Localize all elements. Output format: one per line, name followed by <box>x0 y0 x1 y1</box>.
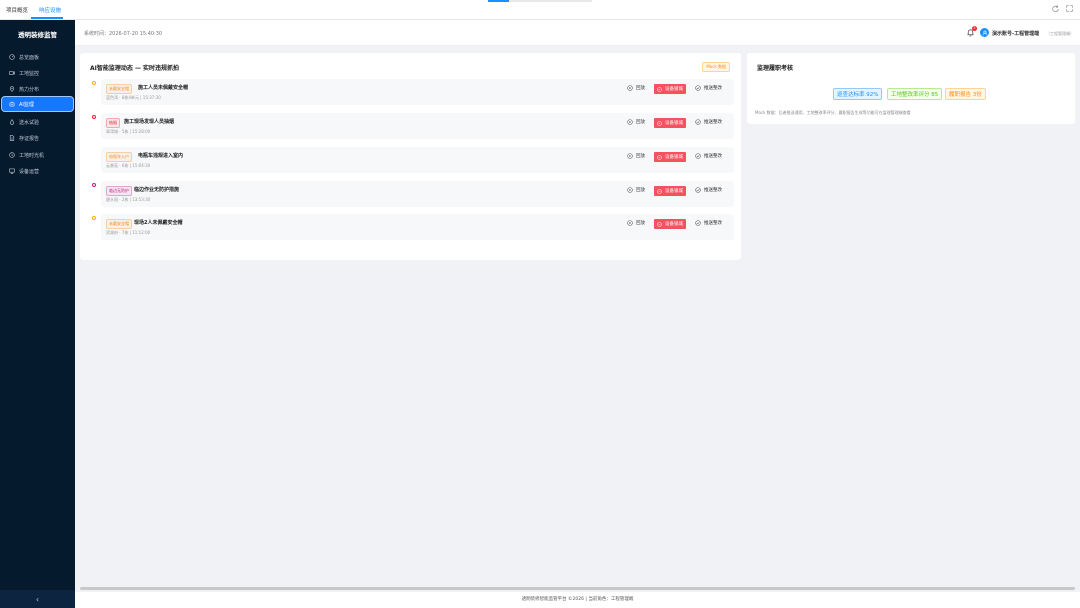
device-lock-button[interactable]: 设备锁城 <box>654 84 686 94</box>
refresh-icon[interactable] <box>1052 5 1059 14</box>
user-role: （工程管理端） <box>1046 30 1074 36</box>
monitor-icon <box>9 168 15 174</box>
metric-inspection-rate: 巡查达标率 92% <box>833 88 883 100</box>
alert-title: 电瓶车违规进入室内 <box>138 153 184 159</box>
camera-icon <box>9 70 15 76</box>
sidebar-item-device-ops[interactable]: 设备运营 <box>2 164 73 178</box>
alert-meta: 滨湖府 · 7栋 | 11:12:00 <box>106 230 151 235</box>
location-icon <box>9 86 15 92</box>
panel-title: AI智能监理动态 — 实时违规抓拍 <box>90 65 180 72</box>
severity-dot <box>92 81 96 85</box>
top-tab-strip: 项目概览 响应设施 <box>0 0 1080 20</box>
alert-title: 施工现场发现人员抽烟 <box>124 119 175 125</box>
alert-meta: 云景苑 · 6栋 | 15:04:30 <box>106 163 151 168</box>
violation-type-tag: 电瓶车入户 <box>106 152 132 162</box>
alert-meta: 碧水园 · 2栋 | 13:53:30 <box>106 197 151 202</box>
active-tab-indicator <box>31 17 63 19</box>
alert-title: 临边作业无防护措施 <box>134 187 180 193</box>
severity-dot <box>92 216 96 220</box>
supervision-note: Mock 数据：后者推送通用、工地整改率评分、履职报告生成等功能可在监理管理端查… <box>755 110 911 115</box>
device-lock-button[interactable]: 设备锁城 <box>654 186 686 196</box>
play-circle-icon <box>627 119 633 125</box>
playback-button[interactable]: 回放 <box>627 187 645 193</box>
violation-type-tag: 未戴安全帽 <box>106 219 132 229</box>
robot-icon <box>9 101 15 107</box>
horizontal-scrollbar[interactable] <box>80 587 1075 590</box>
metric-duty-reports: 履职报告 3份 <box>945 88 986 100</box>
sidebar-item-site-monitor[interactable]: 工地监控 <box>2 66 73 80</box>
mock-data-tag: Mock 数据 <box>702 62 730 72</box>
tab-response-facilities[interactable]: 响应设施 <box>39 6 61 14</box>
violation-type-tag: 未戴安全帽 <box>106 84 132 94</box>
severity-dot <box>92 115 96 119</box>
user-icon <box>982 30 987 35</box>
play-circle-icon <box>627 187 633 193</box>
sidebar-item-heatmap[interactable]: 热力分布 <box>2 82 73 96</box>
push-rectification-button[interactable]: 推送整改 <box>695 153 722 159</box>
violation-type-tag: 临边无防护 <box>106 186 132 196</box>
playback-button[interactable]: 回放 <box>627 119 645 125</box>
user-name[interactable]: 演示账号-工程管理端 <box>992 30 1039 37</box>
alert-title: 现场2人未佩戴安全帽 <box>134 220 183 226</box>
alert-row: 未戴安全帽 现场2人未佩戴安全帽滨湖府 · 7栋 | 11:12:00 回放 设备锁城… <box>92 214 734 240</box>
severity-dot <box>92 183 96 187</box>
tab-project-overview[interactable]: 项目概览 <box>6 6 28 14</box>
sidebar-item-time-machine[interactable]: 工地时光机 <box>2 148 73 162</box>
check-circle-icon <box>695 187 701 193</box>
header-bar: 系统时间：2026-07-20 15:40:30 5 演示账号-工程管理端 （工… <box>75 20 1080 46</box>
stop-circle-icon <box>657 221 662 227</box>
device-lock-button[interactable]: 设备锁城 <box>654 219 686 229</box>
metric-rectification-score: 工地整改率评分 85 <box>887 88 943 100</box>
stop-circle-icon <box>657 154 662 160</box>
sidebar-item-ai-supervision[interactable]: AI监理 <box>2 97 73 111</box>
app-title: 透明装修监管 <box>18 31 57 39</box>
stop-circle-icon <box>657 120 662 126</box>
push-rectification-button[interactable]: 推送整改 <box>695 220 722 226</box>
alert-row: 临边无防护 临边作业无防护措施碧水园 · 2栋 | 13:53:30 回放 设备锁城 推… <box>92 181 734 207</box>
push-rectification-button[interactable]: 推送整改 <box>695 187 722 193</box>
stop-circle-icon <box>657 188 662 194</box>
clock-icon <box>9 152 15 158</box>
ai-supervision-panel: AI智能监理动态 — 实时违规抓拍 Mock 数据 未戴安全帽 施工人员未佩戴安全… <box>80 53 741 260</box>
document-icon <box>9 135 15 141</box>
alert-row: 电瓶车入户 电瓶车违规进入室内云景苑 · 6栋 | 15:04:30 回放 设备锁城 推… <box>101 147 734 173</box>
sidebar: 透明装修监管 总览面板 工地监控 热力分布 AI监理 送水试验 存证报告 工地时… <box>0 20 75 608</box>
panel-title: 监理履职考核 <box>757 65 794 72</box>
sidebar-collapse-button[interactable]: ‹ <box>0 590 75 608</box>
device-lock-button[interactable]: 设备锁城 <box>654 152 686 162</box>
device-lock-button[interactable]: 设备锁城 <box>654 118 686 128</box>
playback-button[interactable]: 回放 <box>627 220 645 226</box>
violation-type-tag: 抽烟 <box>106 118 120 128</box>
sidebar-item-overview[interactable]: 总览面板 <box>2 50 73 64</box>
alert-meta: 蓝色湾 · 8栋4单元 | 15:37:30 <box>106 95 161 100</box>
water-icon <box>9 119 15 125</box>
alert-meta: 翠湾城 · 5栋 | 15:28:00 <box>106 129 151 134</box>
alert-title: 施工人员未佩戴安全帽 <box>138 85 189 91</box>
check-circle-icon <box>695 85 701 91</box>
system-time: 系统时间：2026-07-20 15:40:30 <box>84 31 163 37</box>
check-circle-icon <box>695 119 701 125</box>
playback-button[interactable]: 回放 <box>627 85 645 91</box>
push-rectification-button[interactable]: 推送整改 <box>695 85 722 91</box>
playback-button[interactable]: 回放 <box>627 153 645 159</box>
check-circle-icon <box>695 220 701 226</box>
play-circle-icon <box>627 85 633 91</box>
notification-badge: 5 <box>972 26 977 31</box>
sidebar-item-evidence-report[interactable]: 存证报告 <box>2 131 73 145</box>
play-circle-icon <box>627 153 633 159</box>
push-rectification-button[interactable]: 推送整改 <box>695 119 722 125</box>
page-load-progress <box>488 0 592 2</box>
footer: 透明装修智能监管平台 ©2026 | 当前角色：工程管理端 <box>75 592 1080 608</box>
chevron-left-icon: ‹ <box>35 594 40 604</box>
alert-row: 未戴安全帽 施工人员未佩戴安全帽蓝色湾 · 8栋4单元 | 15:37:30 回放 设… <box>92 79 734 105</box>
stop-circle-icon <box>657 86 662 92</box>
alert-row: 抽烟 施工现场发现人员抽烟翠湾城 · 5栋 | 15:28:00 回放 设备锁城 推送整… <box>92 113 734 139</box>
dashboard-icon <box>9 54 15 60</box>
sidebar-item-water-test[interactable]: 送水试验 <box>2 115 73 129</box>
play-circle-icon <box>627 220 633 226</box>
supervision-assessment-panel: 监理履职考核 巡查达标率 92% 工地整改率评分 85 履职报告 3份 Mock… <box>747 53 1075 124</box>
avatar[interactable] <box>980 28 989 37</box>
fullscreen-icon[interactable] <box>1066 5 1073 14</box>
check-circle-icon <box>695 153 701 159</box>
